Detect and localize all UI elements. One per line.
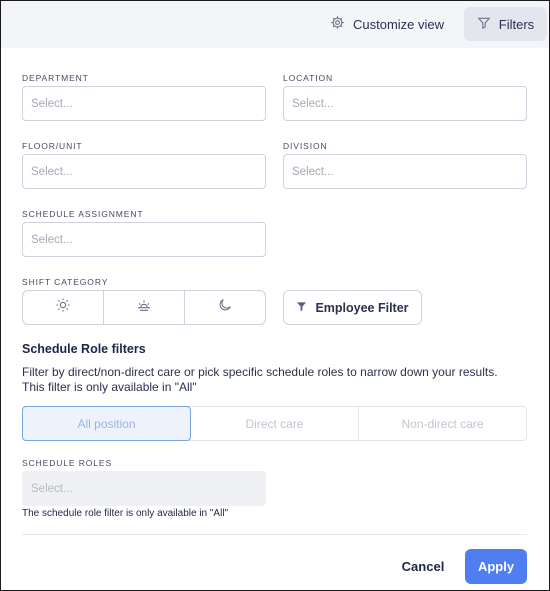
schedule-roles-select: Select... xyxy=(22,471,266,506)
shift-category-toggle xyxy=(22,290,266,325)
schedule-assignment-select[interactable]: Select... xyxy=(22,222,266,257)
filter-funnel-icon xyxy=(296,301,307,315)
department-label: DEPARTMENT xyxy=(22,73,89,83)
gear-icon xyxy=(330,15,345,33)
sunrise-icon xyxy=(136,297,152,318)
floor-unit-label: FLOOR/UNIT xyxy=(22,141,83,151)
schedule-roles-label: SCHEDULE ROLES xyxy=(22,458,113,468)
schedule-role-description: Filter by direct/non-direct care or pick… xyxy=(22,365,498,394)
position-direct-care-option[interactable]: Direct care xyxy=(191,407,359,440)
apply-button[interactable]: Apply xyxy=(465,549,527,584)
schedule-role-title: Schedule Role filters xyxy=(22,342,146,356)
schedule-roles-hint: The schedule role filter is only availab… xyxy=(22,508,229,519)
sun-icon xyxy=(55,297,71,318)
division-select[interactable]: Select... xyxy=(283,154,527,189)
customize-view-label: Customize view xyxy=(353,16,445,32)
employee-filter-button[interactable]: Employee Filter xyxy=(283,290,422,325)
moon-icon xyxy=(217,297,233,318)
cancel-button[interactable]: Cancel xyxy=(389,549,457,584)
shift-night-option[interactable] xyxy=(185,291,265,324)
location-select[interactable]: Select... xyxy=(283,86,527,121)
filter-panel: Customize view Filters DEPARTMENT Select… xyxy=(0,0,550,591)
employee-filter-label: Employee Filter xyxy=(315,300,409,315)
schedule-assignment-label: SCHEDULE ASSIGNMENT xyxy=(22,209,144,219)
toolbar: Customize view Filters xyxy=(1,1,549,48)
department-select[interactable]: Select... xyxy=(22,86,266,121)
footer-divider xyxy=(22,534,527,535)
shift-evening-option[interactable] xyxy=(104,291,185,324)
customize-view-button[interactable]: Customize view xyxy=(330,7,444,41)
division-label: DIVISION xyxy=(283,141,328,151)
floor-unit-select[interactable]: Select... xyxy=(22,154,266,189)
position-non-direct-care-option[interactable]: Non-direct care xyxy=(359,407,526,440)
filters-button[interactable]: Filters xyxy=(464,7,547,41)
filter-funnel-icon xyxy=(477,16,491,33)
shift-category-label: SHIFT CATEGORY xyxy=(22,277,109,287)
position-all-option[interactable]: All position xyxy=(22,406,191,441)
position-toggle: All position Direct care Non-direct care xyxy=(22,406,527,441)
filters-label: Filters xyxy=(498,16,535,32)
location-label: LOCATION xyxy=(283,73,334,83)
shift-day-option[interactable] xyxy=(23,291,104,324)
